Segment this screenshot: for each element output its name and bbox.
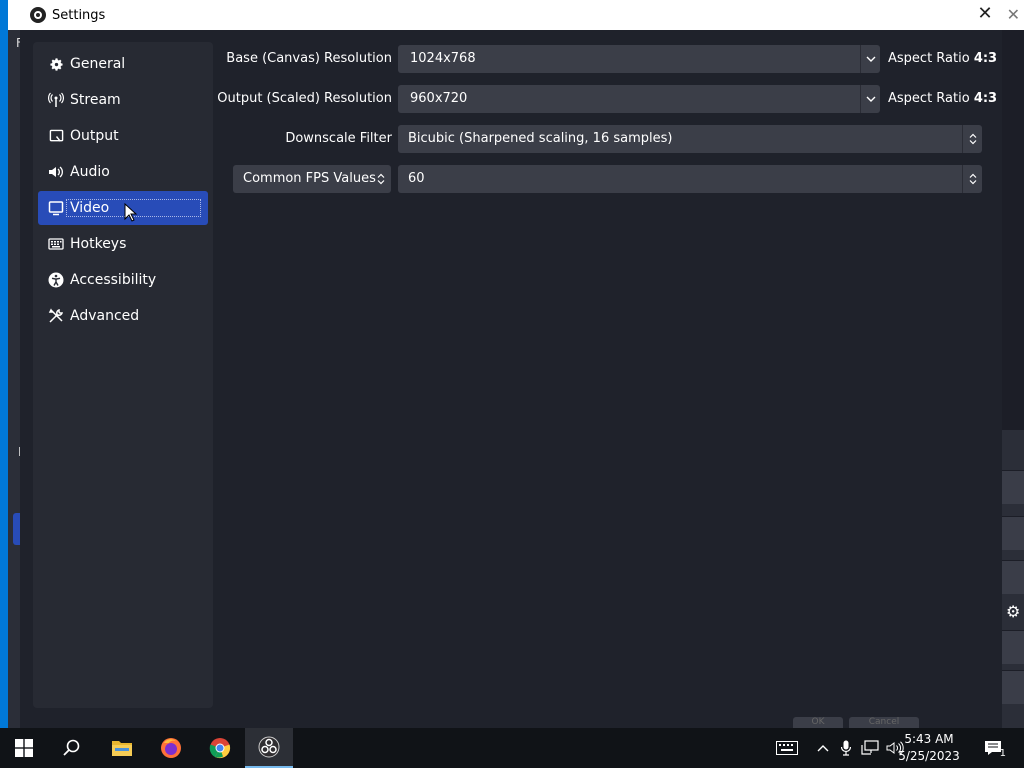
folder-icon <box>112 741 132 756</box>
downscale-filter-value: Bicubic (Sharpened scaling, 16 samples) <box>408 131 673 146</box>
accessibility-icon <box>48 272 64 288</box>
sidebar-item-label: Output <box>70 128 119 144</box>
background-dock-button[interactable] <box>1002 670 1024 704</box>
base-resolution-combo[interactable]: 1024x768 <box>398 45 880 73</box>
obs-logo-icon <box>30 7 46 23</box>
updown-arrows-icon[interactable] <box>962 125 982 153</box>
fps-type-value: Common FPS Values <box>243 171 376 186</box>
show-hidden-icons[interactable] <box>814 728 832 768</box>
sidebar-item-stream[interactable]: Stream <box>38 83 208 117</box>
sidebar-item-output[interactable]: Output <box>38 119 208 153</box>
system-clock[interactable]: 5:43 AM 5/25/2023 <box>894 731 964 765</box>
chrome-icon <box>209 738 231 759</box>
background-close-icon[interactable]: ✕ <box>1007 5 1020 24</box>
windows-taskbar: 5:43 AM 5/25/2023 1 <box>0 728 1024 768</box>
chevron-down-icon[interactable] <box>860 85 880 113</box>
mouse-cursor-icon <box>124 202 138 227</box>
fps-type-select[interactable]: Common FPS Values <box>233 165 391 193</box>
settings-dialog: Settings ✕ General Stream Output Audio V… <box>20 0 1002 728</box>
keyboard-tray-icon <box>776 741 798 755</box>
output-resolution-value: 960x720 <box>410 91 468 106</box>
sidebar-item-hotkeys[interactable]: Hotkeys <box>38 227 208 261</box>
base-resolution-row: Base (Canvas) Resolution 1024x768 Aspect… <box>220 45 997 73</box>
background-right-edge: ⚙ <box>1002 430 1024 728</box>
input-indicator[interactable] <box>774 728 800 768</box>
settings-sidebar: General Stream Output Audio Video Hotkey… <box>33 42 213 708</box>
keyboard-icon <box>48 236 64 252</box>
sidebar-item-general[interactable]: General <box>38 47 208 81</box>
sidebar-item-accessibility[interactable]: Accessibility <box>38 263 208 297</box>
windows-logo-icon <box>15 739 33 757</box>
dialog-title: Settings <box>52 7 106 23</box>
microphone-tray[interactable] <box>838 728 854 768</box>
obs-taskbar-button[interactable] <box>245 728 293 768</box>
sidebar-item-label: Accessibility <box>70 272 157 288</box>
base-aspect-ratio: Aspect Ratio 4:3 <box>888 51 998 66</box>
background-dock-button[interactable] <box>1002 630 1024 664</box>
cancel-button[interactable]: Cancel <box>849 717 919 728</box>
fps-value: 60 <box>408 171 425 186</box>
dialog-titlebar: Settings ✕ <box>20 0 1002 30</box>
start-button[interactable] <box>0 728 48 768</box>
background-gear-icon[interactable]: ⚙ <box>1006 602 1020 621</box>
firefox-icon <box>161 738 181 758</box>
clock-time: 5:43 AM <box>904 732 954 746</box>
output-aspect-ratio: Aspect Ratio 4:3 <box>888 91 998 106</box>
downscale-filter-select[interactable]: Bicubic (Sharpened scaling, 16 samples) <box>398 125 982 153</box>
sidebar-item-advanced[interactable]: Advanced <box>38 299 208 333</box>
ok-button[interactable]: OK <box>793 717 843 728</box>
output-icon <box>48 128 64 144</box>
sidebar-item-label: Audio <box>70 164 110 180</box>
background-dock-button[interactable] <box>1002 470 1024 504</box>
sidebar-item-label: General <box>70 56 126 72</box>
clock-date: 5/25/2023 <box>898 749 960 763</box>
downscale-filter-row: Downscale Filter Bicubic (Sharpened scal… <box>220 125 992 153</box>
downscale-filter-label: Downscale Filter <box>285 131 392 146</box>
search-button[interactable] <box>48 728 96 768</box>
fps-value-select[interactable]: 60 <box>398 165 982 193</box>
network-tray[interactable] <box>860 728 880 768</box>
updown-arrows-icon[interactable] <box>371 165 391 193</box>
search-icon <box>63 739 80 756</box>
tools-icon <box>48 308 64 324</box>
output-resolution-label: Output (Scaled) Resolution <box>217 91 392 106</box>
sidebar-item-label: Stream <box>70 92 121 108</box>
background-dock-button[interactable] <box>1002 516 1024 550</box>
chevron-down-icon[interactable] <box>860 45 880 73</box>
close-icon[interactable]: ✕ <box>974 3 996 25</box>
network-icon <box>861 740 879 755</box>
output-resolution-combo[interactable]: 960x720 <box>398 85 880 113</box>
obs-logo-icon <box>258 736 280 758</box>
base-resolution-label: Base (Canvas) Resolution <box>226 51 392 66</box>
sidebar-item-label: Hotkeys <box>70 236 127 252</box>
sidebar-item-audio[interactable]: Audio <box>38 155 208 189</box>
antenna-icon <box>48 92 64 108</box>
chevron-up-icon <box>817 745 829 752</box>
speaker-icon <box>48 164 64 180</box>
action-center-button[interactable]: 1 <box>980 728 1006 768</box>
gear-icon <box>48 56 64 72</box>
output-resolution-row: Output (Scaled) Resolution 960x720 Aspec… <box>217 85 997 113</box>
sidebar-item-label: Advanced <box>70 308 140 324</box>
background-dock-button[interactable] <box>1002 560 1024 594</box>
video-settings-panel: Base (Canvas) Resolution 1024x768 Aspect… <box>217 42 997 708</box>
firefox-button[interactable] <box>147 728 195 768</box>
microphone-icon <box>841 740 851 756</box>
updown-arrows-icon[interactable] <box>962 165 982 193</box>
sidebar-item-video[interactable]: Video <box>38 191 208 225</box>
notification-count: 1 <box>999 748 1006 759</box>
file-explorer-button[interactable] <box>98 728 146 768</box>
fps-row: Common FPS Values 60 <box>220 165 992 193</box>
chrome-button[interactable] <box>196 728 244 768</box>
monitor-icon <box>48 200 64 216</box>
base-resolution-value: 1024x768 <box>410 51 476 66</box>
